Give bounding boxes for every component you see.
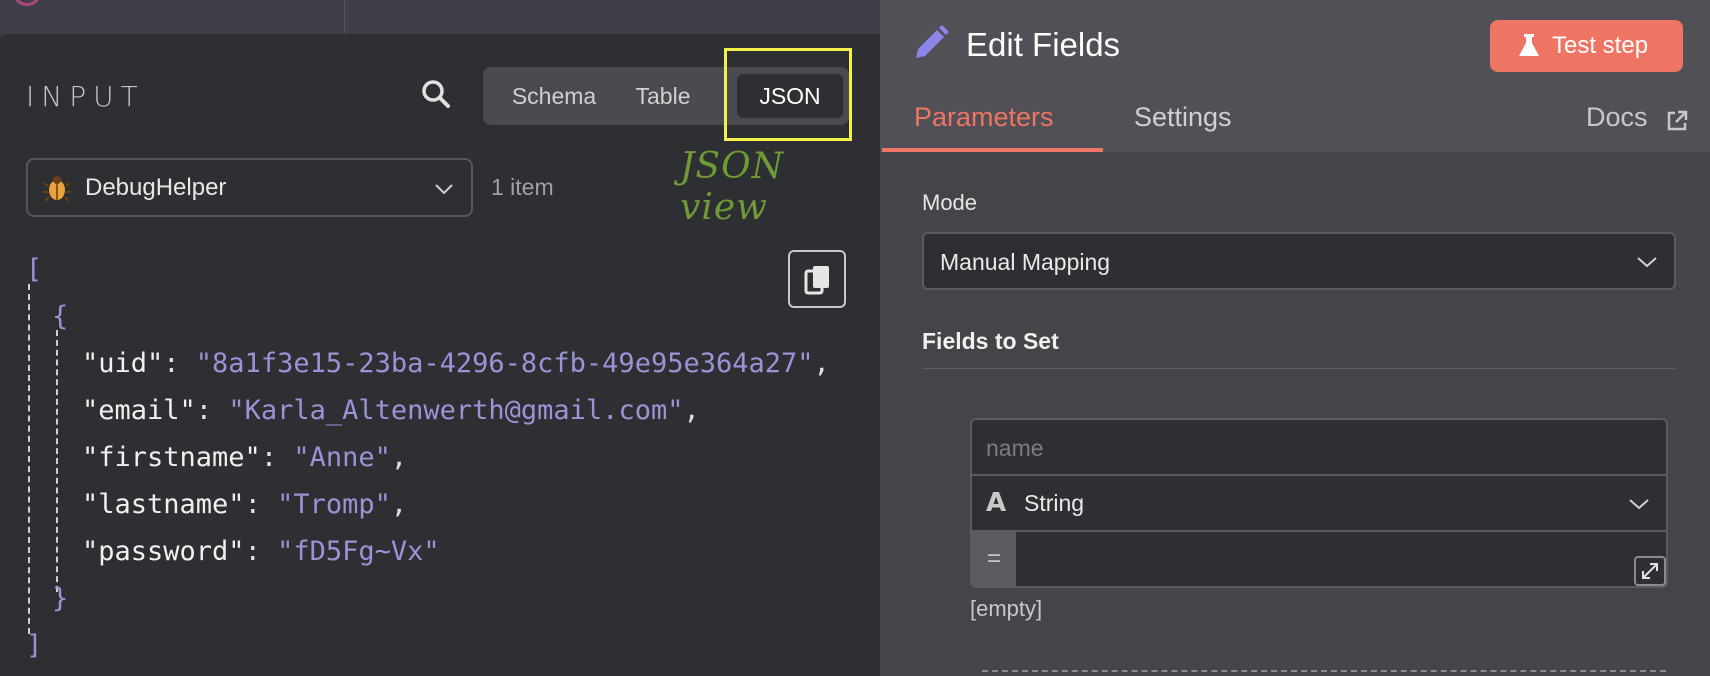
workflow-canvas-strip <box>0 0 880 34</box>
json-comma: , <box>390 442 408 473</box>
json-colon: : <box>195 395 229 426</box>
json-comma: , <box>683 395 700 426</box>
bug-icon <box>43 176 71 202</box>
json-value: "8a1f3e15-23ba-4296-8cfb-49e95e364a27" <box>195 348 814 379</box>
json-colon: : <box>244 536 278 567</box>
node-title[interactable]: Edit Fields <box>966 26 1120 64</box>
json-line: [ <box>26 246 866 293</box>
flask-icon <box>1519 34 1539 56</box>
pencil-icon <box>916 25 949 58</box>
external-link-icon <box>1667 110 1688 131</box>
json-line: "uid": "8a1f3e15-23ba-4296-8cfb-49e95e36… <box>26 340 866 387</box>
chevron-down-icon <box>1629 499 1649 510</box>
item-count: 1 item <box>491 174 554 200</box>
json-array-close: ] <box>26 630 43 661</box>
node-parameters-panel: Edit Fields Test step Parameters Setting… <box>880 0 1710 676</box>
input-node-select[interactable]: DebugHelper <box>26 158 473 217</box>
canvas-divider <box>344 0 345 34</box>
json-value: "fD5Fg~Vx" <box>277 536 440 567</box>
mode-value: Manual Mapping <box>940 249 1111 275</box>
expression-toggle[interactable]: = <box>972 532 1016 586</box>
chevron-down-icon <box>1637 257 1657 268</box>
json-key: "firstname" <box>82 442 261 473</box>
json-value: "Karla_Altenwerth@gmail.com" <box>228 395 684 426</box>
view-table-button[interactable]: Table <box>619 74 707 118</box>
panel-header: Edit Fields Test step Parameters Setting… <box>880 0 1710 152</box>
json-line: "lastname": "Tromp", <box>26 481 866 528</box>
expand-icon <box>1642 563 1658 579</box>
json-object-close: } <box>52 583 69 614</box>
tab-settings[interactable]: Settings <box>1134 102 1232 133</box>
test-step-label: Test step <box>1552 32 1649 59</box>
json-view-annotation: JSON view <box>680 146 785 228</box>
json-colon: : <box>244 489 278 520</box>
json-output: [ { "uid": "8a1f3e15-23ba-4296-8cfb-49e9… <box>26 246 866 669</box>
json-key: "password" <box>82 536 245 567</box>
field-value-input[interactable]: = <box>970 530 1668 588</box>
json-line: ] <box>26 622 866 669</box>
json-line: "email": "Karla_Altenwerth@gmail.com", <box>26 387 866 434</box>
input-node-label: DebugHelper <box>85 174 227 201</box>
json-key: "uid" <box>82 348 164 379</box>
input-panel-title: INPUT <box>26 80 145 113</box>
json-array-open: [ <box>26 254 43 285</box>
search-icon[interactable] <box>420 78 452 110</box>
json-line: { <box>26 293 866 340</box>
docs-label: Docs <box>1586 102 1648 132</box>
json-value: "Anne" <box>293 442 391 473</box>
fields-to-set-label: Fields to Set <box>922 328 1059 354</box>
json-colon: : <box>163 348 196 379</box>
drop-zone-border <box>982 670 1666 672</box>
json-object-open: { <box>52 301 69 332</box>
json-line: } <box>26 575 866 622</box>
view-schema-button[interactable]: Schema <box>497 74 611 118</box>
json-comma: , <box>813 348 830 379</box>
test-step-button[interactable]: Test step <box>1490 20 1683 72</box>
json-key: "lastname" <box>82 489 245 520</box>
docs-link[interactable]: Docs <box>1586 102 1688 133</box>
input-panel: INPUT Schema Table JSON JSON view DebugH… <box>0 34 880 676</box>
field-type-value: String <box>1024 490 1085 516</box>
string-type-icon: A <box>986 488 1007 518</box>
field-name-input[interactable] <box>986 432 1646 464</box>
field-type-select[interactable]: A String <box>970 474 1668 532</box>
tab-parameters[interactable]: Parameters <box>914 102 1054 133</box>
divider <box>922 368 1676 369</box>
mode-select[interactable]: Manual Mapping <box>922 232 1676 290</box>
node-connection-edge <box>14 0 40 6</box>
parameters-body: Mode Manual Mapping Fields to Set A Stri… <box>880 152 1710 676</box>
expand-editor-button[interactable] <box>1634 556 1666 586</box>
json-key: "email" <box>82 395 196 426</box>
chevron-down-icon <box>435 184 453 195</box>
json-highlight-box <box>724 48 852 141</box>
field-name-container <box>970 418 1668 476</box>
json-line: "password": "fD5Fg~Vx" <box>26 528 866 575</box>
json-value: "Tromp" <box>277 489 391 520</box>
json-line: "firstname": "Anne", <box>26 434 866 481</box>
json-colon: : <box>260 442 294 473</box>
mode-label: Mode <box>922 190 978 215</box>
empty-value-hint: [empty] <box>970 596 1043 621</box>
json-comma: , <box>390 489 408 520</box>
